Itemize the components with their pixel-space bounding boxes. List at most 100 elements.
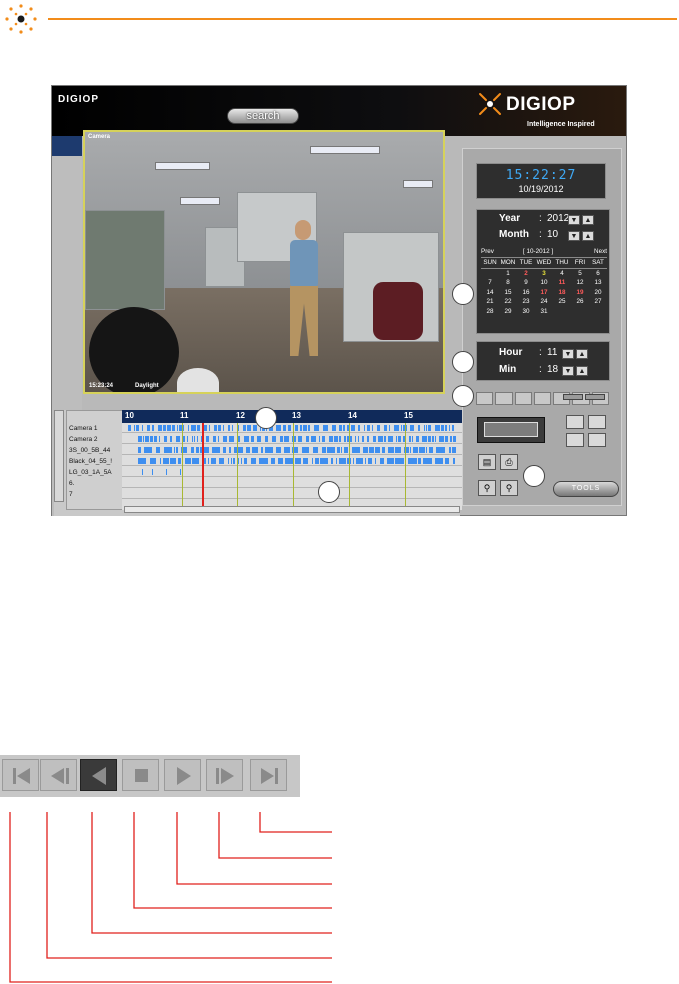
recording-segment[interactable] — [231, 458, 232, 464]
calendar-day[interactable]: 3 — [535, 269, 553, 279]
step-forward-button[interactable] — [206, 759, 243, 791]
recording-segment[interactable] — [251, 436, 254, 442]
recording-segment[interactable] — [395, 447, 401, 453]
recording-segment[interactable] — [213, 436, 216, 442]
recording-segment[interactable] — [413, 447, 418, 453]
recording-segment[interactable] — [244, 436, 249, 442]
calendar-day[interactable]: 25 — [553, 297, 571, 307]
tools-button[interactable]: TOOLS — [553, 481, 619, 497]
recording-segment[interactable] — [247, 425, 251, 431]
recording-segment[interactable] — [362, 436, 364, 442]
year-down-arrow-icon[interactable]: ▼ — [568, 215, 580, 225]
recording-segment[interactable] — [152, 469, 153, 475]
recording-segment[interactable] — [382, 447, 385, 453]
recording-segment[interactable] — [295, 458, 301, 464]
recording-segment[interactable] — [192, 458, 199, 464]
calendar-day[interactable]: 20 — [589, 288, 607, 298]
recording-segment[interactable] — [170, 458, 176, 464]
recording-segment[interactable] — [373, 436, 376, 442]
recording-segment[interactable] — [174, 447, 175, 453]
recording-segment[interactable] — [388, 436, 393, 442]
recording-segment[interactable] — [384, 425, 387, 431]
recording-segment[interactable] — [308, 425, 310, 431]
recording-segment[interactable] — [228, 458, 229, 464]
calendar-day[interactable]: 30 — [517, 307, 535, 317]
recording-segment[interactable] — [228, 425, 230, 431]
recording-segment[interactable] — [323, 425, 328, 431]
timeline-track-row[interactable] — [122, 423, 462, 433]
recording-segment[interactable] — [363, 447, 368, 453]
recording-segment[interactable] — [284, 447, 290, 453]
recording-segment[interactable] — [163, 425, 166, 431]
recording-segment[interactable] — [232, 425, 233, 431]
recording-segment[interactable] — [180, 469, 181, 475]
recording-segment[interactable] — [369, 447, 374, 453]
calendar-day[interactable]: 15 — [499, 288, 517, 298]
hour-down-arrow-icon[interactable]: ▼ — [562, 349, 574, 359]
recording-segment[interactable] — [160, 458, 161, 464]
month-down-arrow-icon[interactable]: ▼ — [568, 231, 580, 241]
recording-segment[interactable] — [319, 436, 320, 442]
recording-segment[interactable] — [284, 436, 289, 442]
recording-segment[interactable] — [144, 447, 152, 453]
calendar-day[interactable]: 22 — [499, 297, 517, 307]
calendar-day[interactable]: 7 — [481, 278, 499, 288]
recording-segment[interactable] — [164, 447, 172, 453]
recording-segment[interactable] — [408, 458, 417, 464]
recording-segment[interactable] — [261, 447, 263, 453]
recording-timeline[interactable]: Camera 1 Camera 2 3S_00_5B_44 Black_04_5… — [54, 410, 462, 516]
recording-segment[interactable] — [367, 436, 369, 442]
recording-segment[interactable] — [380, 458, 384, 464]
recording-segment[interactable] — [344, 436, 346, 442]
recording-segment[interactable] — [410, 425, 414, 431]
recording-segment[interactable] — [377, 425, 380, 431]
calendar-day[interactable]: 17 — [535, 288, 553, 298]
recording-segment[interactable] — [409, 436, 411, 442]
calendar-day[interactable]: 24 — [535, 297, 553, 307]
recording-segment[interactable] — [302, 447, 309, 453]
min-up-arrow-icon[interactable]: ▲ — [576, 366, 588, 376]
recording-segment[interactable] — [424, 425, 425, 431]
recording-segment[interactable] — [445, 436, 448, 442]
recording-segment[interactable] — [246, 447, 250, 453]
recording-segment[interactable] — [276, 447, 281, 453]
recording-segment[interactable] — [265, 447, 273, 453]
recording-segment[interactable] — [419, 447, 425, 453]
recording-segment[interactable] — [341, 447, 342, 453]
calendar-day[interactable]: 21 — [481, 297, 499, 307]
recording-segment[interactable] — [339, 458, 346, 464]
timeline-camera-name[interactable]: Camera 1 — [67, 424, 122, 434]
recording-segment[interactable] — [176, 436, 180, 442]
calendar-day[interactable]: 16 — [517, 288, 535, 298]
recording-segment[interactable] — [387, 458, 394, 464]
camera-video-view[interactable]: Camera 15:23:24 Daylight — [83, 130, 445, 394]
recording-segment[interactable] — [241, 458, 242, 464]
recording-segment[interactable] — [368, 458, 372, 464]
recording-segment[interactable] — [196, 447, 199, 453]
recording-segment[interactable] — [389, 425, 390, 431]
recording-segment[interactable] — [428, 436, 431, 442]
recording-segment[interactable] — [138, 447, 141, 453]
zoom-in-icon[interactable]: ⚲ — [478, 480, 496, 496]
recording-segment[interactable] — [439, 436, 444, 442]
calendar-day[interactable]: 13 — [589, 278, 607, 288]
recording-segment[interactable] — [449, 447, 451, 453]
recording-segment[interactable] — [206, 436, 209, 442]
recording-segment[interactable] — [158, 425, 162, 431]
recording-segment[interactable] — [218, 436, 219, 442]
step-back-button[interactable] — [495, 392, 513, 405]
timeline-camera-name[interactable]: LG_03_1A_5A — [67, 468, 122, 478]
timeline-track-row[interactable] — [122, 478, 462, 488]
recording-segment[interactable] — [365, 458, 366, 464]
month-up-arrow-icon[interactable]: ▲ — [582, 231, 594, 241]
recording-segment[interactable] — [372, 425, 373, 431]
recording-segment[interactable] — [401, 425, 402, 431]
play-reverse-button[interactable] — [514, 392, 532, 405]
timeline-track-row[interactable] — [122, 489, 462, 499]
recording-segment[interactable] — [435, 436, 436, 442]
recording-segment[interactable] — [398, 436, 401, 442]
calendar-day[interactable]: 4 — [553, 269, 571, 279]
recording-segment[interactable] — [197, 425, 200, 431]
recording-segment[interactable] — [450, 436, 452, 442]
recording-segment[interactable] — [322, 447, 326, 453]
